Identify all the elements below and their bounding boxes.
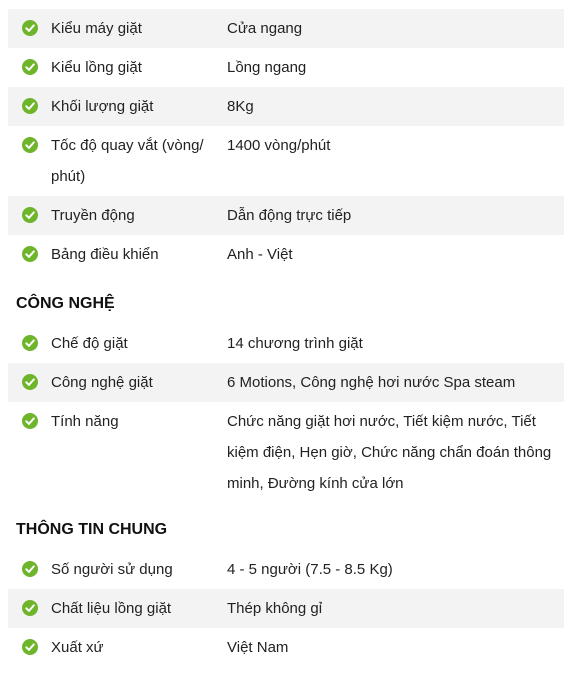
spec-section-technology: Chế độ giặt 14 chương trình giặt Công ng… bbox=[8, 324, 564, 503]
spec-value: Việt Nam bbox=[227, 639, 289, 656]
check-circle-icon bbox=[22, 98, 38, 114]
check-circle-icon bbox=[22, 374, 38, 390]
spec-row: Kiểu lồng giặt Lồng ngang bbox=[8, 48, 564, 87]
spec-row: Bảng điều khiển Anh - Việt bbox=[8, 235, 564, 274]
spec-value: Lồng ngang bbox=[227, 59, 307, 76]
check-circle-icon bbox=[22, 59, 38, 75]
spec-value: Cửa ngang bbox=[227, 20, 303, 37]
section-title-technology: CÔNG NGHỆ bbox=[16, 295, 115, 312]
spec-label: Công nghệ giặt bbox=[51, 374, 153, 391]
check-circle-icon bbox=[22, 639, 38, 655]
spec-table: Kiểu máy giặt Cửa ngang Kiểu lồng giặt L… bbox=[0, 0, 579, 667]
spec-row: Số người sử dụng 4 - 5 người (7.5 - 8.5 … bbox=[8, 550, 564, 589]
spec-label: Xuất xứ bbox=[51, 639, 104, 656]
check-circle-icon bbox=[22, 600, 38, 616]
check-circle-icon bbox=[22, 207, 38, 223]
check-circle-icon bbox=[22, 20, 38, 36]
check-circle-icon bbox=[22, 246, 38, 262]
check-circle-icon bbox=[22, 335, 38, 351]
spec-row: Tính năng Chức năng giặt hơi nước, Tiết … bbox=[8, 402, 564, 503]
spec-row: Xuất xứ Việt Nam bbox=[8, 628, 564, 667]
spec-label: Chất liệu lồng giặt bbox=[51, 600, 172, 617]
spec-value: 1400 vòng/phút bbox=[227, 137, 331, 154]
check-circle-icon bbox=[22, 561, 38, 577]
spec-row: Truyền động Dẫn động trực tiếp bbox=[8, 196, 564, 235]
spec-label: Khối lượng giặt bbox=[51, 98, 154, 115]
check-circle-icon bbox=[22, 137, 38, 153]
spec-section-basic: Kiểu máy giặt Cửa ngang Kiểu lồng giặt L… bbox=[8, 9, 564, 274]
spec-value: 4 - 5 người (7.5 - 8.5 Kg) bbox=[227, 561, 393, 578]
spec-value: 6 Motions, Công nghệ hơi nước Spa steam bbox=[227, 374, 516, 391]
spec-row: Tốc độ quay vắt (vòng/ phút) 1400 vòng/p… bbox=[8, 126, 564, 196]
spec-row: Chế độ giặt 14 chương trình giặt bbox=[8, 324, 564, 363]
spec-value: Anh - Việt bbox=[227, 246, 293, 263]
spec-value: Dẫn động trực tiếp bbox=[227, 207, 352, 224]
spec-row: Chất liệu lồng giặt Thép không gỉ bbox=[8, 589, 564, 628]
spec-value: 14 chương trình giặt bbox=[227, 335, 363, 352]
spec-section-general-info: Số người sử dụng 4 - 5 người (7.5 - 8.5 … bbox=[8, 550, 564, 667]
spec-label: Kiểu lồng giặt bbox=[51, 59, 142, 76]
spec-value: 8Kg bbox=[227, 98, 254, 115]
spec-label: Chế độ giặt bbox=[51, 335, 128, 352]
spec-label: Số người sử dụng bbox=[51, 561, 173, 578]
spec-row: Kiểu máy giặt Cửa ngang bbox=[8, 9, 564, 48]
spec-label: Bảng điều khiển bbox=[51, 246, 159, 263]
spec-value: Thép không gỉ bbox=[227, 600, 323, 617]
spec-value: Chức năng giặt hơi nước, Tiết kiệm nước,… bbox=[227, 413, 552, 492]
spec-label: Kiểu máy giặt bbox=[51, 20, 142, 37]
check-circle-icon bbox=[22, 413, 38, 429]
spec-row: Công nghệ giặt 6 Motions, Công nghệ hơi … bbox=[8, 363, 564, 402]
spec-label: Tốc độ quay vắt (vòng/ phút) bbox=[51, 137, 204, 185]
section-title-general-info: THÔNG TIN CHUNG bbox=[16, 521, 168, 538]
spec-label: Tính năng bbox=[51, 413, 119, 430]
spec-label: Truyền động bbox=[51, 207, 135, 224]
spec-row: Khối lượng giặt 8Kg bbox=[8, 87, 564, 126]
